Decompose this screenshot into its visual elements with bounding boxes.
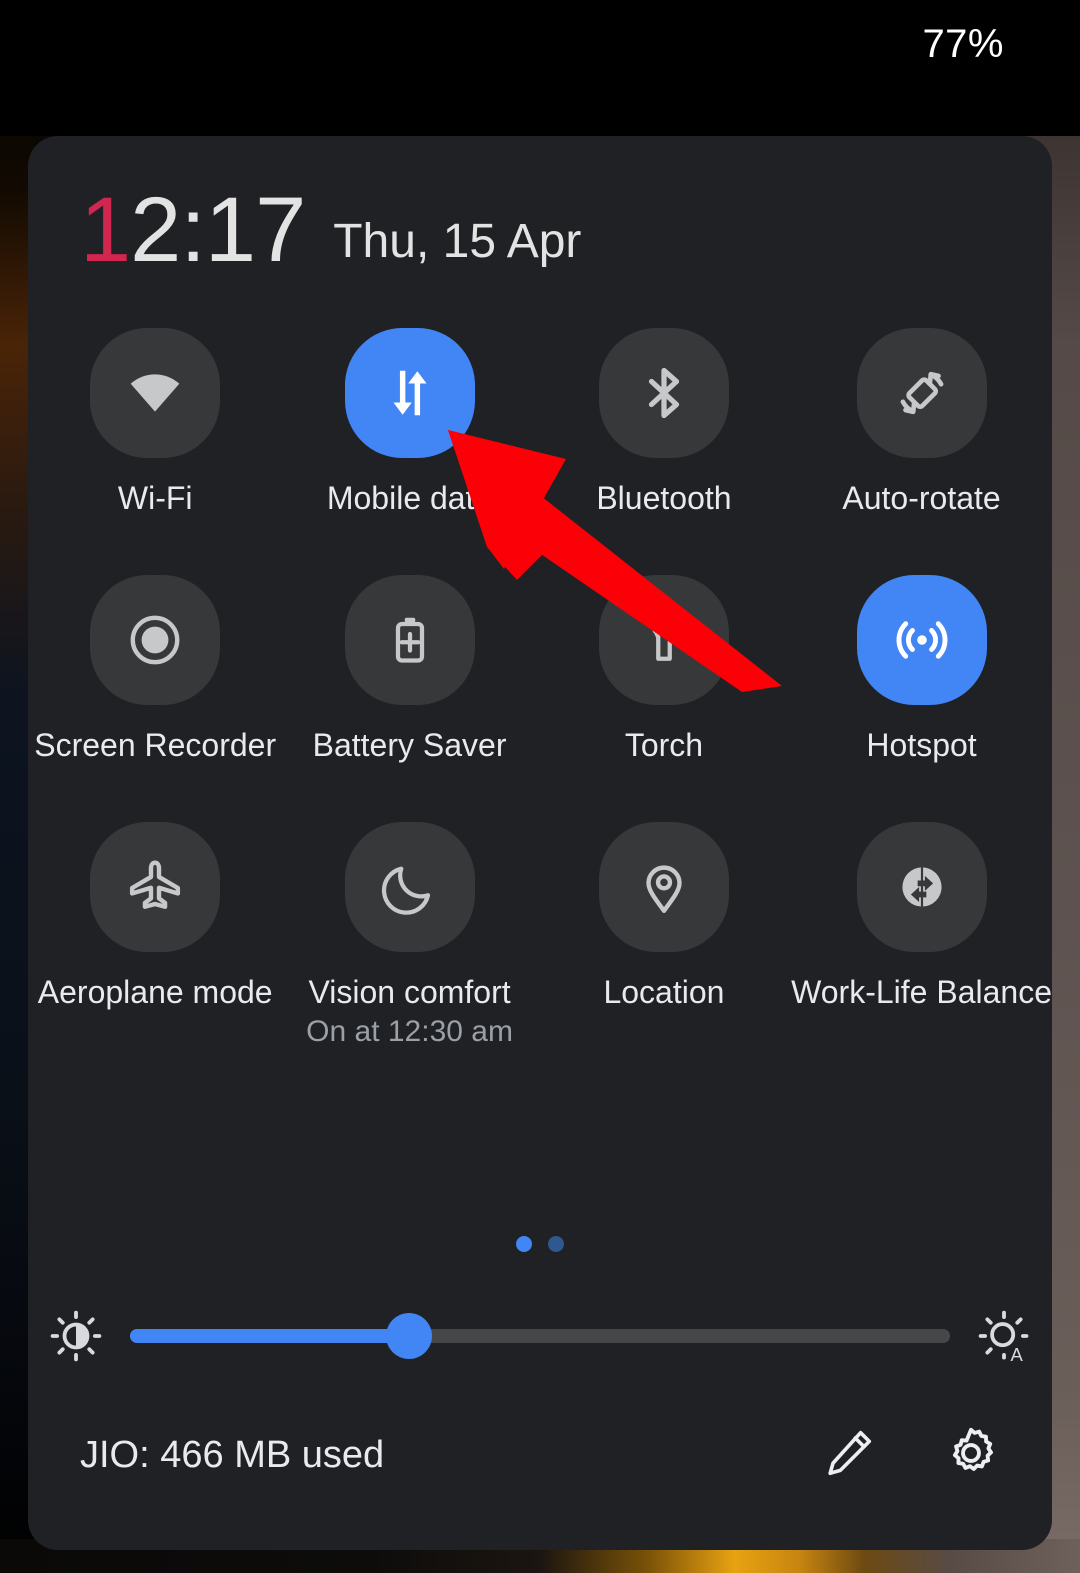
tile-label-aeroplane-mode: Aeroplane mode — [37, 974, 273, 1010]
tile-hotspot[interactable]: Hotspot — [791, 575, 1052, 764]
tile-label-torch: Torch — [624, 727, 704, 763]
screen-recorder-icon — [124, 609, 186, 671]
brightness-low-icon — [28, 1309, 124, 1363]
tile-button-hotspot[interactable] — [856, 575, 987, 705]
tile-label-location: Location — [603, 974, 725, 1010]
gear-settings-icon[interactable] — [942, 1424, 1000, 1487]
clock-widget[interactable]: 12:17 Thu, 15 Apr — [80, 184, 581, 276]
tile-mobile-data[interactable]: Mobile data — [282, 328, 536, 517]
mobile-data-icon — [379, 362, 441, 424]
tile-label-vision-comfort: Vision comfort — [308, 974, 511, 1010]
brightness-auto-icon[interactable]: A — [956, 1309, 1052, 1363]
hotspot-icon — [891, 609, 953, 671]
tile-aeroplane-mode[interactable]: Aeroplane mode — [28, 822, 282, 1049]
clock-time-rest: 2:17 — [130, 179, 306, 281]
tile-button-work-life-balance[interactable] — [856, 822, 987, 952]
tile-label-auto-rotate: Auto-rotate — [842, 480, 1001, 516]
brightness-slider-thumb[interactable] — [385, 1313, 432, 1359]
brightness-slider-fill — [130, 1329, 409, 1343]
tile-button-bluetooth[interactable] — [598, 328, 729, 458]
work-life-icon — [893, 858, 951, 916]
tile-label-bluetooth: Bluetooth — [596, 480, 732, 516]
clock-time: 12:17 — [80, 184, 306, 276]
tile-button-torch[interactable] — [598, 575, 729, 705]
tile-battery-saver[interactable]: Battery Saver — [282, 575, 536, 764]
tile-button-battery-saver[interactable] — [344, 575, 475, 705]
page-dot-2[interactable] — [548, 1236, 564, 1252]
footer-action-buttons — [820, 1424, 1000, 1487]
panel-footer: JIO: 466 MB used — [80, 1424, 1000, 1487]
tile-button-wi-fi[interactable] — [90, 328, 221, 458]
pencil-edit-icon[interactable] — [820, 1424, 878, 1487]
tile-vision-comfort[interactable]: Vision comfort On at 12:30 am — [282, 822, 536, 1049]
data-usage-label: JIO: 466 MB used — [80, 1434, 385, 1476]
phone-screen: 77% 12:17 Thu, 15 Apr Wi-Fi Mobile data — [0, 0, 1080, 1573]
tile-auto-rotate[interactable]: Auto-rotate — [791, 328, 1052, 517]
tile-sublabel-vision-comfort: On at 12:30 am — [306, 1015, 513, 1048]
location-pin-icon — [633, 856, 695, 918]
tile-button-auto-rotate[interactable] — [856, 328, 987, 458]
status-bar: 77% — [0, 0, 1080, 108]
quick-settings-panel: 12:17 Thu, 15 Apr Wi-Fi Mobile data Blue… — [28, 136, 1052, 1550]
tile-label-wi-fi: Wi-Fi — [117, 480, 193, 516]
tile-label-hotspot: Hotspot — [866, 727, 977, 763]
brightness-slider[interactable] — [130, 1306, 950, 1366]
tile-location[interactable]: Location — [537, 822, 791, 1049]
page-indicator-dots[interactable] — [28, 1236, 1052, 1252]
tile-button-location[interactable] — [598, 822, 729, 952]
torch-icon — [634, 610, 694, 670]
tile-button-aeroplane-mode[interactable] — [90, 822, 221, 952]
wifi-icon — [124, 362, 186, 424]
tile-button-mobile-data[interactable] — [344, 328, 475, 458]
tile-label-battery-saver: Battery Saver — [312, 727, 507, 763]
tile-torch[interactable]: Torch — [537, 575, 791, 764]
clock-hour-accent-digit: 1 — [80, 179, 131, 281]
tile-bluetooth[interactable]: Bluetooth — [537, 328, 791, 517]
page-dot-1[interactable] — [516, 1236, 532, 1252]
tile-label-mobile-data: Mobile data — [326, 480, 493, 516]
svg-text:A: A — [1010, 1344, 1023, 1363]
tile-screen-recorder[interactable]: Screen Recorder — [28, 575, 282, 764]
battery-saver-icon — [380, 610, 440, 670]
tile-label-screen-recorder: Screen Recorder — [34, 727, 277, 763]
moon-icon — [380, 857, 440, 917]
clock-date: Thu, 15 Apr — [333, 215, 582, 268]
auto-rotate-icon — [891, 362, 953, 424]
brightness-control-row: A — [28, 1306, 1052, 1366]
tile-work-life-balance[interactable]: Work-Life Balance — [791, 822, 1052, 1049]
tile-button-vision-comfort[interactable] — [344, 822, 475, 952]
aeroplane-icon — [124, 856, 186, 918]
tile-wi-fi[interactable]: Wi-Fi — [28, 328, 282, 517]
bluetooth-icon — [634, 363, 694, 423]
tile-label-work-life-balance: Work-Life Balance — [791, 974, 1052, 1010]
quick-settings-tile-grid: Wi-Fi Mobile data Bluetooth Auto-rotate … — [28, 328, 1052, 1049]
tile-button-screen-recorder[interactable] — [90, 575, 221, 705]
battery-percentage-label: 77% — [922, 22, 1004, 66]
